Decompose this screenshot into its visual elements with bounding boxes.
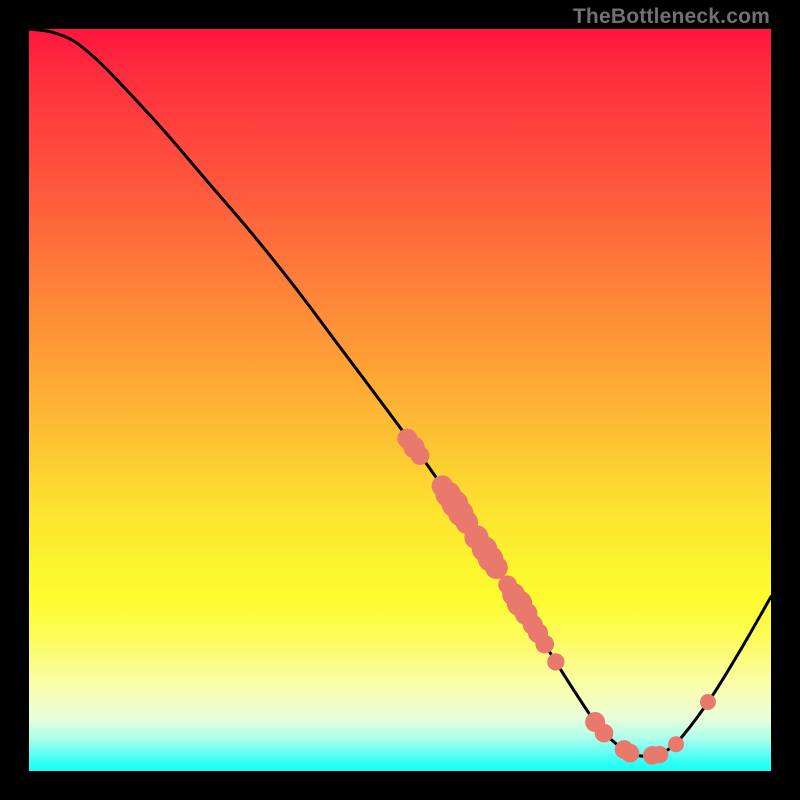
watermark-label: TheBottleneck.com [573, 5, 770, 29]
data-marker [485, 556, 508, 579]
data-marker [668, 736, 684, 752]
data-marker [411, 446, 430, 465]
chart-plot-area [29, 29, 771, 771]
data-marker [651, 746, 668, 763]
data-marker [595, 724, 614, 743]
chart-stage: TheBottleneck.com [0, 0, 800, 800]
data-marker [535, 635, 554, 654]
chart-overlay-svg [29, 29, 771, 771]
data-markers [397, 429, 716, 765]
bottleneck-curve [29, 29, 771, 756]
data-marker [547, 653, 564, 670]
data-marker [621, 744, 640, 763]
data-marker [700, 694, 716, 710]
